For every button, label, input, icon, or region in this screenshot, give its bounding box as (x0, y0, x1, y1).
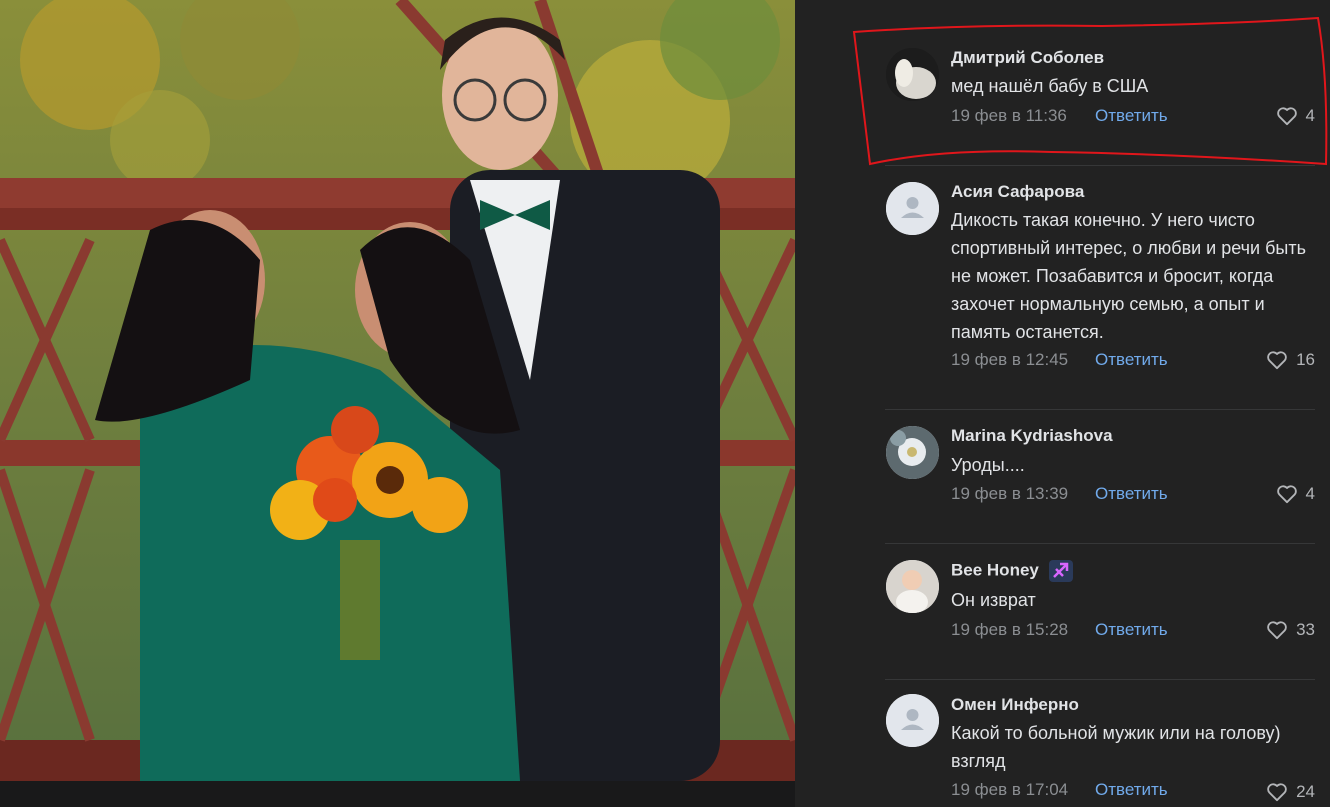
like-count: 16 (1296, 350, 1315, 369)
reply-button[interactable]: Ответить (1095, 350, 1168, 370)
wedding-photo-illustration (0, 0, 795, 781)
like-button[interactable]: 33 (1266, 620, 1315, 640)
heart-icon (1267, 351, 1287, 370)
like-button[interactable]: 24 (1266, 782, 1315, 802)
comment-time[interactable]: 19 фев в 15:28 (951, 620, 1068, 640)
comment-author[interactable]: Омен Инферно (951, 695, 1079, 715)
comment-text: Уроды.... (951, 455, 1025, 475)
comment-time[interactable]: 19 фев в 17:04 (951, 780, 1068, 800)
heart-icon (1267, 621, 1287, 640)
comment-divider (885, 679, 1315, 680)
comment-text: Дикость такая конечно. У него чисто спор… (951, 210, 1306, 342)
reply-button[interactable]: Ответить (1095, 780, 1168, 800)
author-name: Bee Honey (951, 560, 1039, 580)
heart-icon (1276, 485, 1297, 504)
reply-button[interactable]: Ответить (1095, 484, 1168, 504)
comment-author[interactable]: Bee Honey (951, 560, 1074, 582)
photo-bottom-strip (0, 781, 795, 807)
default-user-icon[interactable] (886, 182, 939, 235)
comment-divider (885, 543, 1315, 544)
heart-icon (1267, 783, 1287, 802)
like-button[interactable]: 4 (1276, 484, 1315, 504)
comment-author[interactable]: Marina Kydriashova (951, 426, 1113, 446)
comment-text: Какой то больной мужик или на голову) вз… (951, 723, 1281, 771)
baby-avatar-icon[interactable] (886, 560, 939, 613)
comment-divider (885, 409, 1315, 410)
red-highlight-outline (852, 16, 1328, 166)
post-photo[interactable] (0, 0, 795, 781)
comment-time[interactable]: 19 фев в 12:45 (951, 350, 1068, 370)
like-button[interactable]: 16 (1266, 350, 1315, 370)
sagittarius-emoji-icon (1048, 560, 1073, 582)
flower-avatar-icon[interactable] (886, 426, 939, 479)
comment-time[interactable]: 19 фев в 13:39 (951, 484, 1068, 504)
default-user-icon[interactable] (886, 694, 939, 747)
comment-text: Он изврат (951, 590, 1036, 610)
reply-button[interactable]: Ответить (1095, 620, 1168, 640)
like-count: 4 (1305, 484, 1315, 503)
like-count: 24 (1296, 782, 1315, 801)
comment-author[interactable]: Асия Сафарова (951, 182, 1084, 202)
like-count: 33 (1296, 620, 1315, 639)
